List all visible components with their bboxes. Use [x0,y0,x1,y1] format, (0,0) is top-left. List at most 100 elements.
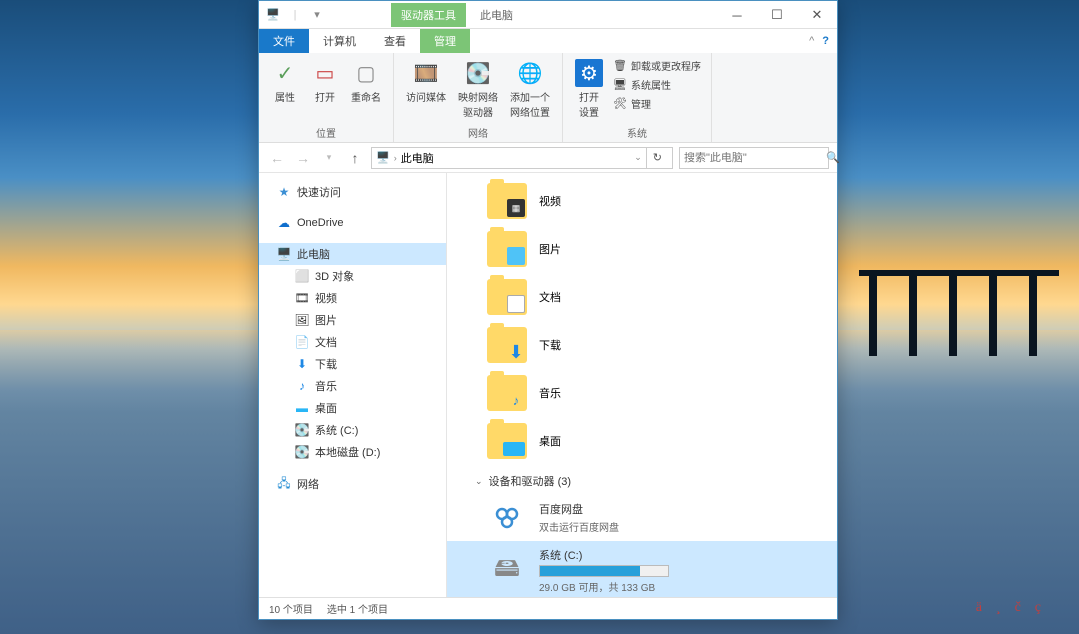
content-pane: ▦视频 图片 文档 ⬇下载 ♪音乐 桌面 ⌄设备和驱动器 (3) 百度网盘 双击… [447,173,837,597]
pier-silhouette [859,270,1059,390]
folder-desktop[interactable]: 桌面 [447,417,837,465]
film-icon: ▦ [507,199,525,217]
nav-quick-access[interactable]: ★快速访问 [259,181,446,203]
folder-documents[interactable]: 文档 [447,273,837,321]
titlebar[interactable]: 🖥️ | ▾ 驱动器工具 此电脑 ─ ☐ ✕ [259,1,837,29]
sys-props-button[interactable]: 🖥系统属性 [611,76,703,93]
properties-button[interactable]: ✓属性 [267,57,303,106]
music-icon: ♪ [295,379,309,393]
up-button[interactable]: ↑ [345,148,365,168]
drive-c-name: 系统 (C:) [539,547,837,563]
status-selection: 选中 1 个项目 [327,601,388,616]
media-button[interactable]: 🎞️访问媒体 [402,57,450,106]
tab-file[interactable]: 文件 [259,29,309,53]
folder-videos[interactable]: ▦视频 [447,177,837,225]
recent-dropdown[interactable]: ▾ [319,148,339,168]
statusbar: 10 个项目 选中 1 个项目 [259,597,837,619]
tab-view[interactable]: 查看 [370,29,420,53]
window-title: 此电脑 [480,7,513,23]
nav-videos[interactable]: 🎞视频 [259,287,446,309]
nav-pane: ★快速访问 ☁OneDrive 🖥️此电脑 ⬜3D 对象 🎞视频 🖼图片 📄文档… [259,173,447,597]
music-icon: ♪ [507,391,525,409]
folder-pictures[interactable]: 图片 [447,225,837,273]
doc-icon [507,295,525,313]
cloud-icon: ☁ [277,216,291,230]
check-icon: ✓ [271,59,299,87]
rename-icon: ▢ [352,59,380,87]
drive-c-text: 29.0 GB 可用，共 133 GB [539,579,837,594]
nav-this-pc[interactable]: 🖥️此电脑 [259,243,446,265]
film-icon: 🎞 [295,291,309,305]
devices-header[interactable]: ⌄设备和驱动器 (3) [447,465,837,493]
uninstall-icon: 🗑 [613,59,627,73]
address-dropdown-icon[interactable]: ⌄ [634,152,642,163]
manage-button[interactable]: 🛠管理 [611,95,703,112]
drive-c[interactable]: 🖴 系统 (C:) 29.0 GB 可用，共 133 GB [447,541,837,597]
address-text: 此电脑 [401,150,434,166]
qat-dropdown-icon[interactable]: ▾ [309,7,325,23]
globe-icon: 🌐 [516,59,544,87]
tab-computer[interactable]: 计算机 [309,29,370,53]
nav-drive-c[interactable]: 💽系统 (C:) [259,419,446,441]
search-input[interactable] [684,152,826,164]
ribbon-collapse-icon[interactable]: ^ [809,35,814,47]
folder-downloads[interactable]: ⬇下载 [447,321,837,369]
context-tab-label: 驱动器工具 [391,3,466,27]
nav-desktop[interactable]: ▬桌面 [259,397,446,419]
pc-icon: 🖥️ [277,247,291,261]
nav-onedrive[interactable]: ☁OneDrive [259,213,446,233]
network-icon: 🖧 [277,477,291,491]
group-network: 网络 [402,123,554,140]
maximize-button[interactable]: ☐ [757,1,797,29]
drive-icon: 🖴 [487,553,527,589]
picture-icon [507,247,525,265]
open-settings-button[interactable]: ⚙打开 设置 [571,57,607,121]
drive-c-bar [539,565,669,577]
chevron-down-icon: ⌄ [475,476,483,487]
tab-manage[interactable]: 管理 [420,29,470,53]
media-icon: 🎞️ [412,59,440,87]
baidu-name: 百度网盘 [539,501,837,517]
sysprops-icon: 🖥 [613,78,627,92]
download-icon: ⬇ [295,357,309,371]
drive-icon: 💽 [464,59,492,87]
baidu-item[interactable]: 百度网盘 双击运行百度网盘 [447,493,837,541]
help-icon[interactable]: ? [822,35,829,47]
back-button[interactable]: ← [267,148,287,168]
manage-icon: 🛠 [613,97,627,111]
nav-pictures[interactable]: 🖼图片 [259,309,446,331]
group-system: 系统 [571,123,703,140]
gear-icon: ⚙ [575,59,603,87]
map-drive-button[interactable]: 💽映射网络 驱动器 [454,57,502,121]
open-button[interactable]: ▭打开 [307,57,343,106]
address-box[interactable]: 🖥️ › 此电脑 ⌄ ↻ [371,147,673,169]
rename-button[interactable]: ▢重命名 [347,57,385,106]
baidu-sub: 双击运行百度网盘 [539,519,837,534]
pc-icon: 🖥️ [376,151,390,164]
drive-icon: 💽 [295,423,309,437]
refresh-button[interactable]: ↻ [646,148,668,168]
download-icon: ⬇ [507,343,525,361]
nav-3d-objects[interactable]: ⬜3D 对象 [259,265,446,287]
search-icon[interactable]: 🔍 [826,151,840,164]
drive-icon: 💽 [295,445,309,459]
nav-music[interactable]: ♪音乐 [259,375,446,397]
status-count: 10 个项目 [269,601,313,616]
qat-sep: | [287,7,303,23]
add-location-button[interactable]: 🌐添加一个 网络位置 [506,57,554,121]
corner-text: ä¸čç [976,600,1055,616]
nav-drive-d[interactable]: 💽本地磁盘 (D:) [259,441,446,463]
minimize-button[interactable]: ─ [717,1,757,29]
search-box[interactable]: 🔍 [679,147,829,169]
addressbar: ← → ▾ ↑ 🖥️ › 此电脑 ⌄ ↻ 🔍 [259,143,837,173]
baidu-icon [487,499,527,535]
pc-icon: 🖥️ [265,7,281,23]
forward-button[interactable]: → [293,148,313,168]
folder-music[interactable]: ♪音乐 [447,369,837,417]
close-button[interactable]: ✕ [797,1,837,29]
doc-icon: 📄 [295,335,309,349]
uninstall-button[interactable]: 🗑卸载或更改程序 [611,57,703,74]
nav-network[interactable]: 🖧网络 [259,473,446,495]
nav-downloads[interactable]: ⬇下载 [259,353,446,375]
nav-documents[interactable]: 📄文档 [259,331,446,353]
